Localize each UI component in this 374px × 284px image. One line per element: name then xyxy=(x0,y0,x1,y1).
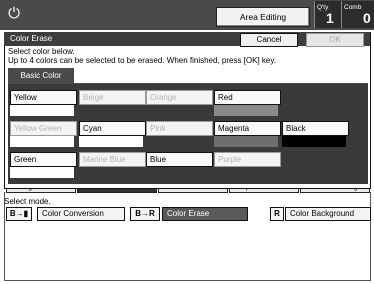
color-black-button[interactable]: Black xyxy=(282,121,349,136)
color-blue-button[interactable]: Blue xyxy=(146,152,213,167)
color-erase-button[interactable]: Color Erase xyxy=(162,207,248,221)
power-icon: ⏻ xyxy=(8,5,20,22)
color-background-icon: R xyxy=(270,207,284,221)
instruction-line-1: Select color below. xyxy=(8,47,75,56)
combine-value: 0 xyxy=(363,10,371,26)
color-yellow-swatch xyxy=(10,105,74,116)
color-green-button[interactable]: Green xyxy=(10,152,77,167)
color-erase-icon: B→R xyxy=(130,207,160,221)
mode-panel xyxy=(4,192,371,281)
color-cyan-button[interactable]: Cyan xyxy=(79,121,146,136)
ok-button[interactable]: OK xyxy=(306,33,364,47)
color-conversion-button[interactable]: Color Conversion xyxy=(37,207,125,221)
color-background-button[interactable]: Color Background xyxy=(285,207,371,221)
copies-value: 1 xyxy=(326,10,334,26)
color-orange-button[interactable]: Orange xyxy=(146,90,213,105)
color-blue-swatch xyxy=(146,167,210,178)
instruction-line-2: Up to 4 colors can be selected to be era… xyxy=(8,56,276,65)
color-yellow-green-button[interactable]: Yellow Green xyxy=(10,121,77,136)
color-pink-button[interactable]: Pink xyxy=(146,121,213,136)
color-cyan-swatch xyxy=(79,136,143,147)
color-red-button[interactable]: Red xyxy=(214,90,281,105)
select-mode-label: Select mode. xyxy=(4,197,51,206)
color-magenta-swatch xyxy=(214,136,278,147)
color-black-swatch xyxy=(282,136,346,147)
color-conversion-icon: B→▮ xyxy=(6,207,32,221)
combine-label: Comb xyxy=(344,4,362,11)
color-magenta-button[interactable]: Magenta xyxy=(214,121,281,136)
color-purple-button[interactable]: Purple xyxy=(214,152,281,167)
color-yellow-green-swatch xyxy=(10,136,74,147)
color-marine-blue-button[interactable]: Marine Blue xyxy=(79,152,146,167)
cancel-button[interactable]: Cancel xyxy=(240,33,298,47)
color-red-swatch xyxy=(214,105,278,116)
color-yellow-button[interactable]: Yellow xyxy=(10,90,77,105)
dialog-title: Color Erase xyxy=(10,34,53,43)
tab-basic-color[interactable]: Basic Color xyxy=(8,68,74,83)
color-green-swatch xyxy=(10,167,74,178)
color-beige-button[interactable]: Beige xyxy=(79,90,146,105)
area-editing-button[interactable]: Area Editing xyxy=(216,7,310,27)
